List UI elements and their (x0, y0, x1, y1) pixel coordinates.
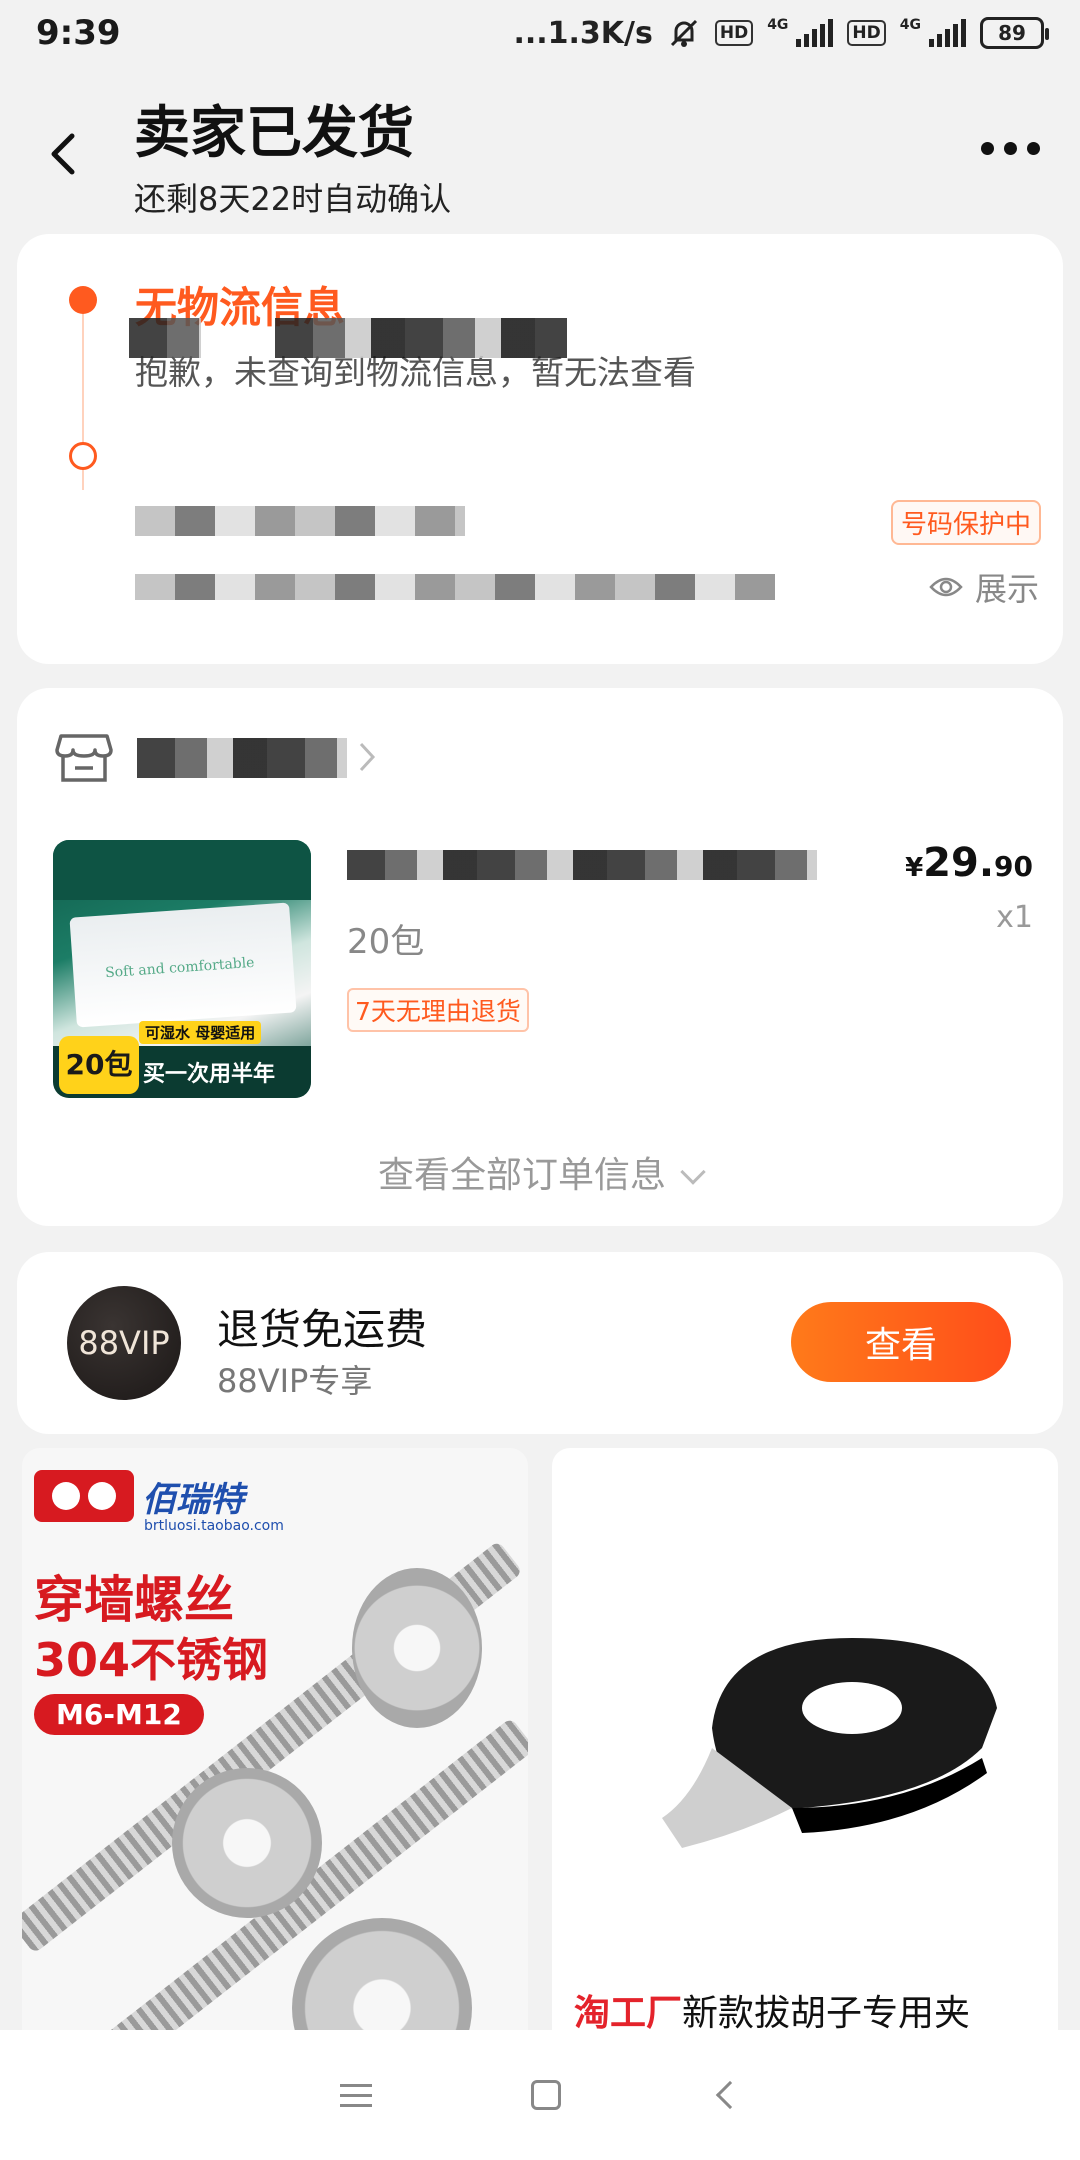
redacted-shop-name[interactable] (137, 738, 347, 778)
battery-icon: 89 (980, 17, 1049, 49)
brand-url: brtluosi.taobao.com (144, 1518, 284, 1534)
chevron-down-icon (680, 1159, 706, 1185)
home-icon[interactable] (530, 2080, 561, 2110)
show-label: 展示 (974, 570, 1039, 608)
timeline-dot-address (69, 442, 97, 470)
product-image (662, 1638, 997, 1848)
redacted-recipient-phone (275, 318, 567, 358)
rec-size-tag: M6-M12 (34, 1694, 204, 1735)
hd-badge-2: HD (847, 20, 886, 46)
vip-promo-card: 88VIP 退货免运费 88VIP专享 查看 (17, 1252, 1063, 1434)
mute-bell-icon (670, 19, 697, 47)
view-all-label: 查看全部订单信息 (377, 1155, 666, 1196)
washer-image-3 (292, 1918, 472, 2034)
rec-headline: 穿墙螺丝 (34, 1571, 234, 1629)
redacted-product-name[interactable] (347, 850, 817, 880)
washer-image (352, 1568, 482, 1728)
more-options-icon[interactable] (981, 142, 1040, 155)
nav-back-icon[interactable] (716, 2080, 745, 2110)
chevron-right-icon[interactable] (357, 740, 377, 774)
signal-icon-2 (929, 19, 966, 47)
show-address-button[interactable]: 展示 (929, 564, 1039, 610)
product-spec: 20包 (347, 922, 425, 962)
number-protection-badge: 号码保护中 (890, 500, 1041, 545)
brand-mark-icon (34, 1470, 134, 1522)
brand-logo: 佰瑞特 (34, 1470, 244, 1522)
vip-view-button[interactable]: 查看 (791, 1302, 1011, 1382)
vip-logo: 88VIP (67, 1286, 181, 1400)
thumb-pack-size: 20包 (59, 1036, 139, 1094)
status-icons: ...1.3K/s HD 4G HD 4G 89 (513, 15, 1049, 51)
recent-apps-icon[interactable] (339, 2077, 372, 2114)
net-speed: ...1.3K/s (513, 15, 653, 51)
recommendation-card[interactable]: 佰瑞特 brtluosi.taobao.com 穿墙螺丝 304不锈钢 M6-M… (22, 1448, 528, 2034)
product-thumbnail[interactable]: Soft and comfortable 可湿水 母婴适用 买一次用半年 20包 (53, 840, 311, 1098)
page-title: 卖家已发货 (134, 101, 414, 166)
net-type-2: 4G (899, 17, 921, 33)
back-arrow-icon[interactable] (44, 130, 84, 178)
page-header: 卖家已发货 还剩8天22时自动确认 (0, 76, 1080, 226)
order-card: Soft and comfortable 可湿水 母婴适用 买一次用半年 20包… (17, 688, 1063, 1226)
brand-name: 佰瑞特 (142, 1479, 244, 1520)
rec-subheadline: 304不锈钢 (34, 1633, 269, 1687)
redacted-recipient-name (129, 318, 201, 358)
status-time: 9:39 (36, 13, 121, 53)
thumb-tag: 可湿水 母婴适用 (139, 1021, 262, 1044)
redacted-address-line1 (135, 506, 465, 536)
auto-confirm-countdown: 还剩8天22时自动确认 (134, 180, 452, 218)
vip-subtitle: 88VIP专享 (217, 1362, 373, 1400)
hd-badge: HD (714, 20, 754, 46)
status-bar: 9:39 ...1.3K/s HD 4G HD 4G 89 (0, 0, 1080, 66)
vip-title: 退货免运费 (217, 1305, 428, 1354)
timeline-dot-active (69, 286, 97, 314)
eye-icon (929, 577, 963, 597)
return-policy-badge: 7天无理由退货 (347, 988, 529, 1032)
signal-icon (796, 19, 834, 47)
product-quantity: x1 (996, 900, 1033, 935)
net-type: 4G (767, 17, 789, 33)
rec-title: 淘工厂新款拔胡子专用夹 (574, 1993, 971, 2034)
redacted-address-line2 (135, 574, 775, 600)
washer-image-2 (172, 1768, 322, 1918)
recommendation-card-2[interactable]: 淘工厂新款拔胡子专用夹 (552, 1448, 1058, 2034)
product-price: ¥29.90 (905, 840, 1033, 886)
view-all-order-info-button[interactable]: 查看全部订单信息 (17, 1146, 1063, 1198)
shop-icon (55, 734, 113, 782)
logistics-card[interactable]: 无物流信息 抱歉，未查询到物流信息，暂无法查看 号码保护中 展示 (17, 234, 1063, 664)
system-nav-bar (0, 2030, 1080, 2160)
